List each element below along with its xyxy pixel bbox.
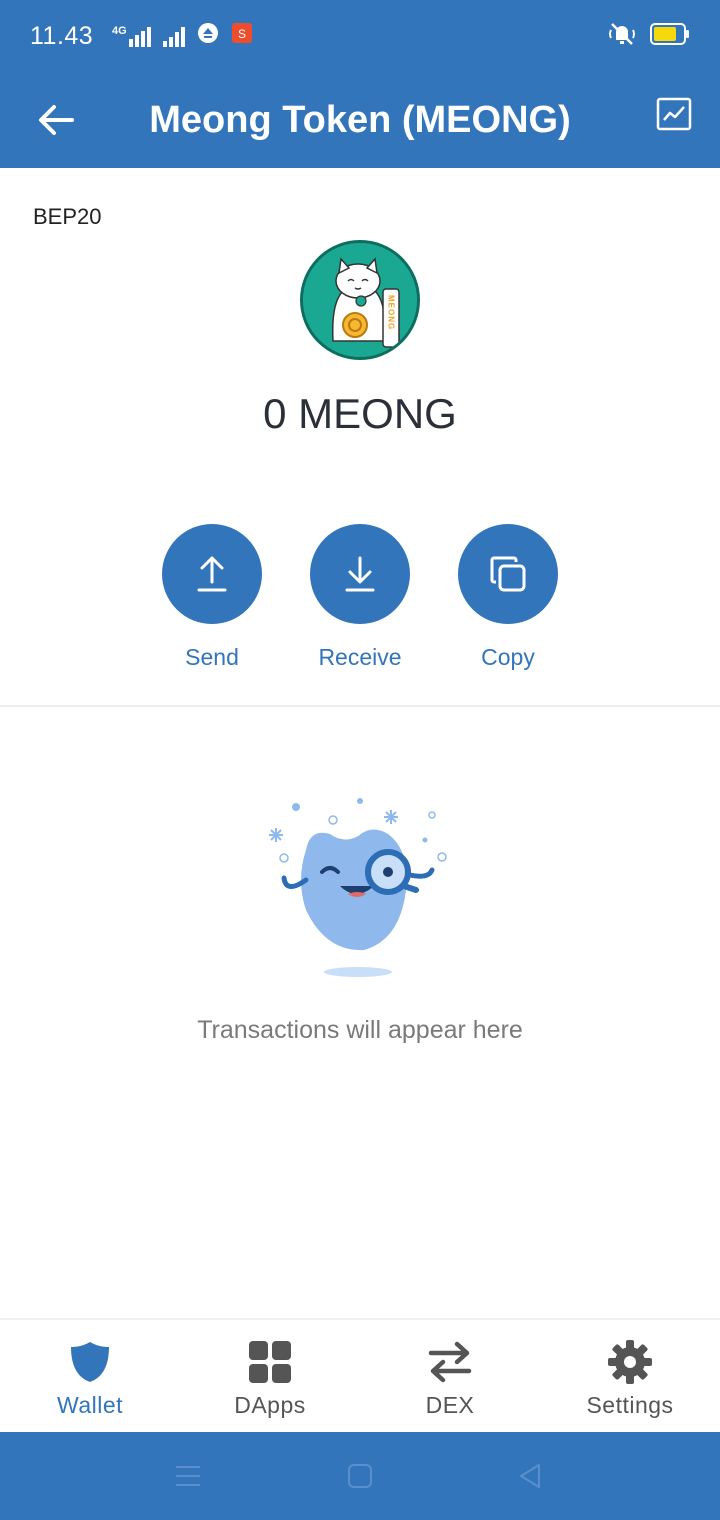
back-triangle-icon <box>520 1464 540 1488</box>
divider <box>0 705 720 707</box>
svg-text:S: S <box>238 27 246 41</box>
download-icon <box>345 556 375 592</box>
price-chart-button[interactable] <box>654 94 694 134</box>
tab-dex[interactable]: DEX <box>360 1320 540 1434</box>
tab-dapps-label: DApps <box>234 1392 306 1418</box>
swap-icon <box>428 1341 472 1383</box>
menu-icon <box>176 1466 200 1486</box>
network-label: 4G <box>112 24 127 37</box>
token-balance: 0 MEONG <box>263 390 457 437</box>
copy-label: Copy <box>481 644 535 670</box>
arrow-left-icon <box>39 105 74 135</box>
copy-icon <box>490 556 526 592</box>
tab-settings[interactable]: Settings <box>540 1320 720 1434</box>
page-title: Meong Token (MEONG) <box>149 99 571 141</box>
status-bar: 11.43 4G S <box>0 0 720 72</box>
home-nav-button[interactable] <box>342 1460 378 1492</box>
receive-button[interactable]: Receive <box>290 524 430 671</box>
battery-icon <box>650 22 690 51</box>
grid-icon <box>249 1341 291 1383</box>
tab-wallet[interactable]: Wallet <box>0 1320 180 1434</box>
tab-settings-label: Settings <box>586 1392 674 1418</box>
home-square-icon <box>348 1464 372 1488</box>
bottom-tab-bar: Wallet DApps DEX Settings <box>0 1318 720 1432</box>
status-time: 11.43 <box>30 22 94 50</box>
signal-4g-icon: 4G <box>112 25 151 47</box>
receive-label: Receive <box>318 644 402 670</box>
signal-icon <box>162 25 185 47</box>
menu-nav-button[interactable] <box>170 1460 206 1492</box>
receive-circle[interactable] <box>310 524 410 624</box>
tab-dapps[interactable]: DApps <box>180 1320 360 1434</box>
token-logo: MEONG <box>300 240 420 360</box>
copy-circle[interactable] <box>458 524 558 624</box>
empty-state-illustration <box>260 790 460 990</box>
back-nav-button[interactable] <box>512 1460 548 1492</box>
network-tag: BEP20 <box>33 204 102 229</box>
send-button[interactable]: Send <box>142 524 282 671</box>
empty-state-message: Transactions will appear here <box>197 1016 523 1044</box>
upload-icon <box>197 556 227 592</box>
send-circle[interactable] <box>162 524 262 624</box>
system-nav-bar <box>0 1432 720 1520</box>
back-button[interactable] <box>26 90 86 150</box>
price-chart-icon <box>656 97 692 131</box>
status-icons-left: 4G S <box>112 22 253 49</box>
gear-icon <box>608 1340 652 1384</box>
tab-wallet-label: Wallet <box>56 1392 124 1418</box>
shop-icon: S <box>231 22 253 49</box>
sync-icon <box>197 22 219 49</box>
app-bar: Meong Token (MEONG) <box>0 72 720 168</box>
logo-text: MEONG <box>387 295 396 330</box>
action-buttons: Send Receive Copy <box>0 524 720 684</box>
mute-icon <box>608 20 636 53</box>
tab-dex-label: DEX <box>425 1392 475 1418</box>
copy-button[interactable]: Copy <box>438 524 578 671</box>
status-icons-right <box>608 20 690 53</box>
send-label: Send <box>185 644 239 670</box>
shield-icon <box>71 1342 109 1382</box>
